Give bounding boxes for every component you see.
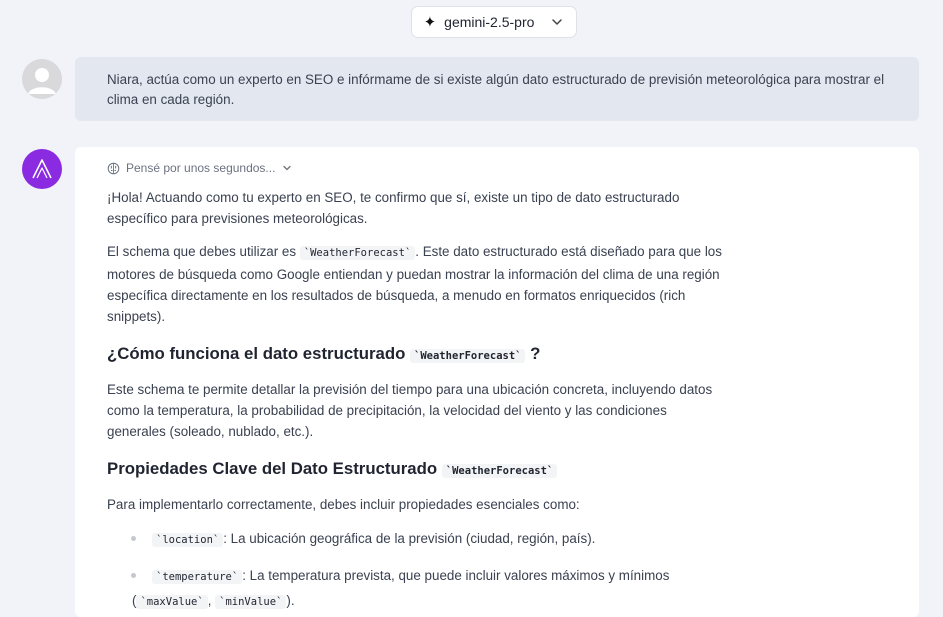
assistant-avatar — [22, 149, 62, 189]
brain-icon — [107, 162, 120, 174]
assistant-message: Pensé por unos segundos... ¡Hola! Actuan… — [75, 147, 919, 617]
inline-code: `minValue` — [215, 595, 287, 609]
assistant-logo-icon — [32, 159, 52, 179]
heading-text: ¿Cómo funciona el dato estructurado — [107, 344, 411, 363]
list-item: `location`: La ubicación geográfica de l… — [107, 527, 727, 552]
chevron-down-icon — [552, 19, 563, 25]
paragraph-schema: El schema que debes utilizar es `Weather… — [107, 241, 727, 327]
heading-text: ? — [530, 344, 541, 363]
inline-code: `WeatherForecast` — [441, 464, 558, 478]
paragraph-intro: ¡Hola! Actuando como tu experto en SEO, … — [107, 190, 680, 226]
model-selector[interactable]: ✦ gemini-2.5-pro — [411, 6, 577, 38]
inline-code: `maxValue` — [136, 595, 208, 609]
user-avatar — [22, 59, 62, 99]
bullet-icon — [131, 536, 136, 541]
sparkle-icon: ✦ — [423, 13, 437, 31]
inline-code: `WeatherForecast` — [410, 349, 526, 363]
thinking-label: Pensé por unos segundos... — [126, 161, 276, 175]
user-avatar-icon — [22, 59, 62, 99]
user-message-text: Niara, actúa como un experto en SEO e in… — [107, 72, 885, 107]
inline-code: `location` — [152, 533, 224, 547]
property-list: `location`: La ubicación geográfica de l… — [107, 527, 727, 614]
inline-code: `WeatherForecast` — [299, 246, 416, 260]
list-item-text: ). — [286, 593, 295, 608]
heading-how-it-works: ¿Cómo funciona el dato estructurado `Wea… — [107, 343, 727, 367]
paragraph-implement: Para implementarlo correctamente, debes … — [107, 497, 580, 512]
list-item-text: : La temperatura prevista, que puede inc… — [242, 568, 670, 583]
paragraph-details: Este schema te permite detallar la previ… — [107, 382, 713, 439]
list-item-text: : La ubicación geográfica de la previsió… — [223, 531, 596, 546]
bullet-icon — [131, 573, 136, 578]
thinking-toggle[interactable]: Pensé por unos segundos... — [107, 159, 887, 177]
model-name: gemini-2.5-pro — [444, 14, 535, 30]
list-item: `temperature`: La temperatura prevista, … — [107, 564, 727, 614]
chevron-down-icon — [283, 165, 292, 171]
inline-code: `temperature` — [152, 570, 243, 584]
heading-text: Propiedades Clave del Dato Estructurado — [107, 459, 442, 478]
heading-key-properties: Propiedades Clave del Dato Estructurado … — [107, 458, 727, 482]
assistant-content: ¡Hola! Actuando como tu experto en SEO, … — [107, 187, 727, 614]
user-message: Niara, actúa como un experto en SEO e in… — [75, 57, 919, 121]
paragraph-text: El schema que debes utilizar es — [107, 244, 300, 259]
list-item-continuation: (`maxValue`, `minValue`). — [132, 589, 727, 614]
